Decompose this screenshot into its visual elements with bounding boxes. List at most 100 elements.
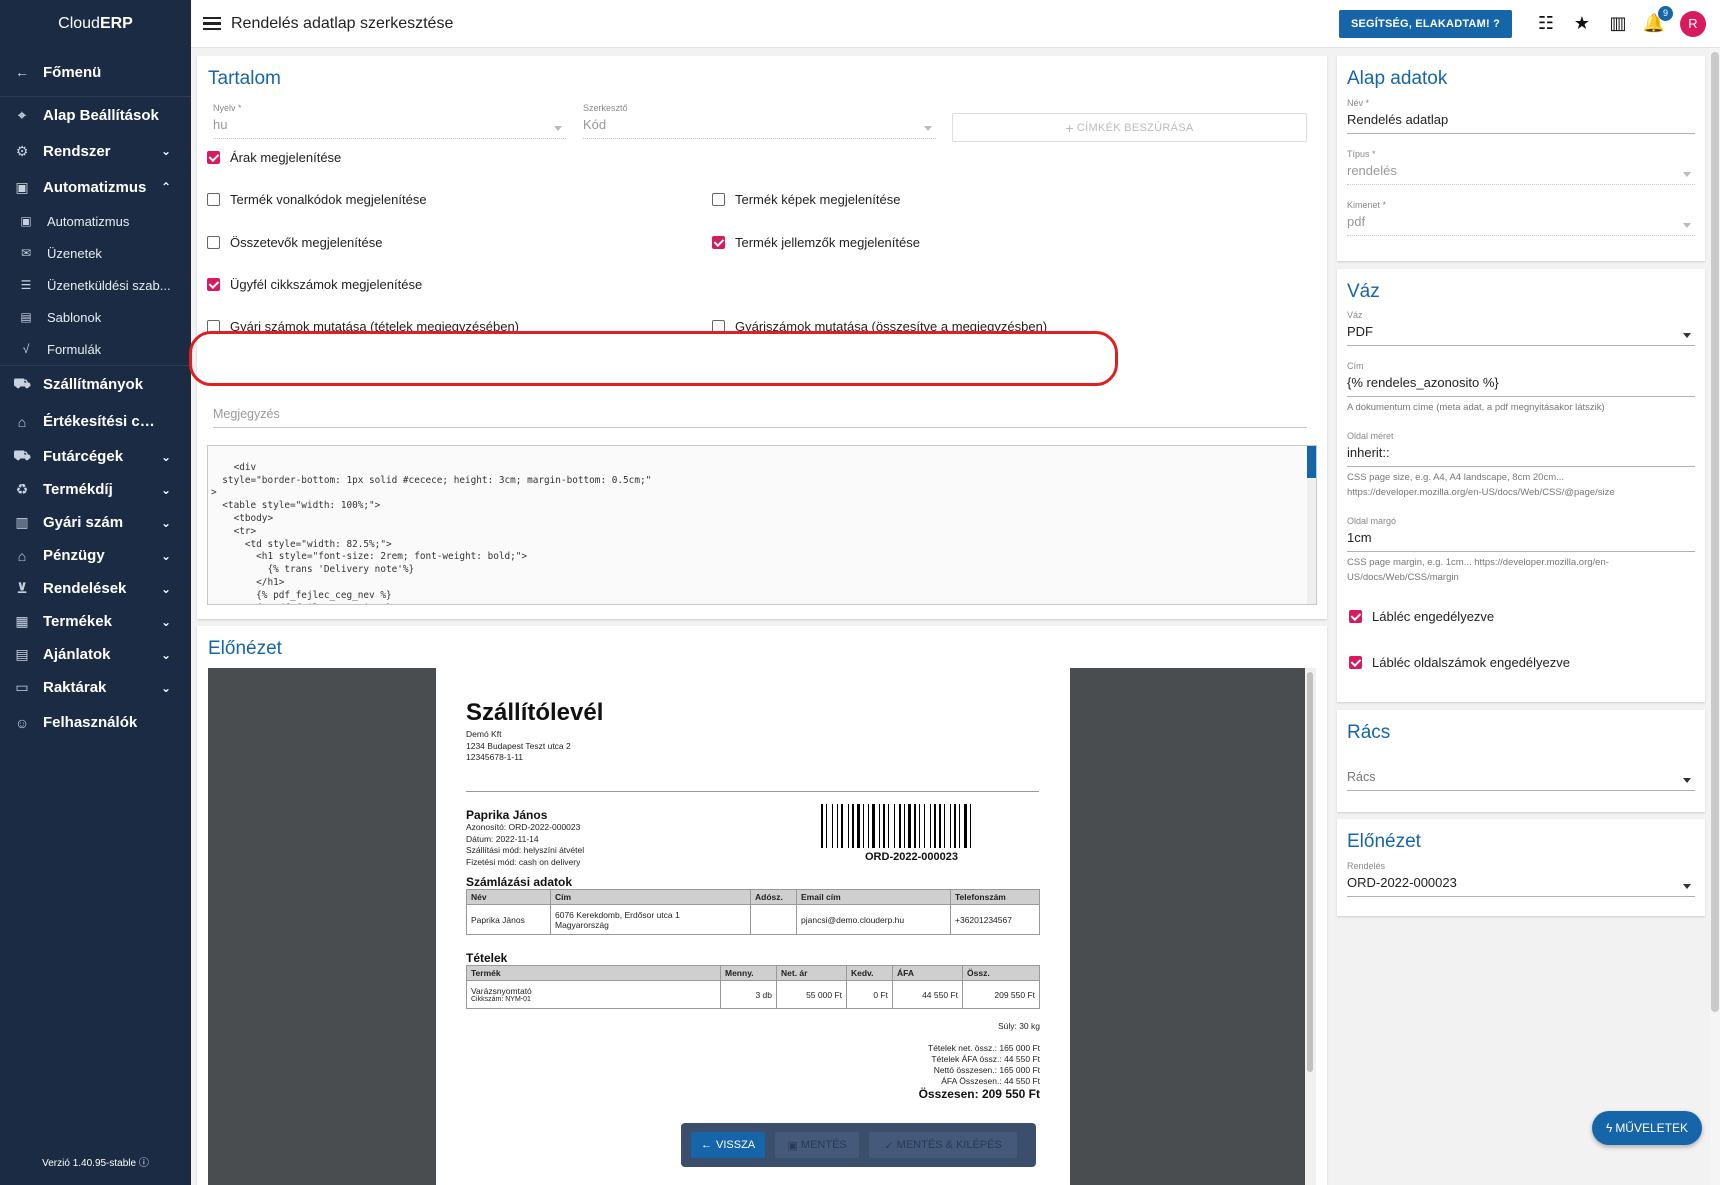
footer-pages-checkbox[interactable]: Lábléc oldalszámok engedélyezve (1349, 655, 1570, 670)
items-table: Termék Menny. Net. ár Kedv. ÁFA Össz. Va… (466, 965, 1040, 1009)
sidebar-subitem-3[interactable]: ▤ Sablonok (0, 301, 191, 333)
sidebar-item-a0[interactable]: ⌖ Alap Beállítások (0, 97, 191, 133)
chevron-icon: ⌄ (160, 482, 172, 497)
page-margin-field[interactable]: Oldal margó 1cm CSS page margin, e.g. 1c… (1347, 516, 1695, 585)
name-field[interactable]: Név * Rendelés adatlap (1347, 98, 1695, 134)
content-checkbox-1[interactable]: Termék vonalkódok megjelenítése (207, 192, 427, 207)
chevron-down-icon (1683, 172, 1691, 177)
checkbox-checked-icon (207, 278, 220, 291)
star-icon[interactable]: ★ (1572, 13, 1592, 34)
formula-icon: √ (22, 342, 30, 356)
checkbox-checked-icon (712, 236, 725, 249)
back-button[interactable]: ← VISSZA (691, 1132, 766, 1158)
sidebar: Cloud ERP ← Főmenü ⌖ Alap Beállítások ⚙ Rend… (0, 0, 191, 1185)
sidebar-subitem-0[interactable]: ▣ Automatizmus (0, 205, 191, 237)
sidebar-item-b5[interactable]: ⌂ Pénzügy ⌄ (0, 539, 191, 572)
company-block: Demó Kft 1234 Budapest Teszt utca 2 1234… (466, 729, 571, 762)
sidebar-item-b7[interactable]: ▦ Termékek ⌄ (0, 605, 191, 638)
footer-enabled-checkbox[interactable]: Lábléc engedélyezve (1349, 609, 1494, 624)
users-icon: ☺ (14, 714, 30, 731)
chevron-down-icon (924, 126, 932, 131)
content-checkbox-0[interactable]: Árak megjelenítése (207, 150, 341, 165)
warehouse-icon: ▭ (15, 679, 29, 695)
action-bar: ← VISSZA ▣ MENTÉS ✓ MENTÉS & KILÉPÉS (681, 1123, 1036, 1167)
topbar: Rendelés adatlap szerkesztése SEGÍTSÉG, … (191, 0, 1720, 48)
chevron-down-icon (1683, 778, 1691, 783)
robot-icon: ▣ (15, 178, 29, 195)
sidebar-item-b0[interactable]: ⛟ Szállítmányok (0, 366, 191, 403)
pdf-preview: Szállítólevél Demó Kft 1234 Budapest Tes… (208, 668, 1316, 1185)
sidebar-item-b6[interactable]: ⊻ Rendelések ⌄ (0, 572, 191, 605)
chevron-icon: ⌄ (160, 515, 172, 530)
content-checkbox-4[interactable]: Termék jellemzők megjelenítése (712, 235, 920, 250)
content-checkbox-2[interactable]: Termék képek megjelenítése (712, 192, 900, 207)
page-scrollbar[interactable] (1710, 48, 1720, 1185)
content-checkbox-5[interactable]: Ügyfél cikkszámok megjelenítése (207, 277, 422, 292)
editor-select[interactable]: Szerkesztő Kód (583, 103, 936, 139)
content-checkbox-3[interactable]: Összetevők megjelenítése (207, 235, 382, 250)
sidebar-item-b10[interactable]: ☺ Felhasználók (0, 704, 191, 741)
type-select[interactable]: Típus * rendelés (1347, 149, 1695, 185)
sidebar-subitem-2[interactable]: ☰ Üzenetküldési szab... (0, 269, 191, 301)
offer-icon: ▤ (15, 646, 29, 662)
preview-scrollbar[interactable] (1305, 668, 1316, 1185)
checkbox-checked-icon (1349, 610, 1362, 623)
vaz-select[interactable]: Váz PDF (1347, 310, 1695, 346)
page-size-field[interactable]: Oldal méret inherit:: CSS page size, e.g… (1347, 431, 1695, 500)
bell-icon[interactable]: 🔔 9 (1643, 5, 1673, 34)
code-scrollbar[interactable] (1307, 446, 1316, 478)
avatar[interactable]: R (1680, 10, 1706, 37)
robot-icon: ▣ (20, 214, 32, 228)
vaz-title: Váz (1347, 281, 1380, 302)
help-button[interactable]: SEGÍTSÉG, ELAKADTAM! ? (1338, 9, 1512, 38)
sidebar-item-b8[interactable]: ▤ Ajánlatok ⌄ (0, 638, 191, 671)
chevron-icon: ⌃ (160, 180, 172, 194)
weight: Súly: 30 kg (997, 1021, 1040, 1031)
task-list-icon[interactable]: ☷ (1536, 13, 1556, 34)
note-input[interactable]: Megjegyzés (213, 403, 1307, 428)
chevron-down-icon (1683, 884, 1691, 889)
order-select[interactable]: Rendelés ORD-2022-000023 (1347, 861, 1695, 897)
sidebar-item-b2[interactable]: ⛟ Futárcégek ⌄ (0, 440, 191, 473)
chevron-icon: ⌄ (160, 647, 172, 662)
save-icon: ▣ (787, 1139, 798, 1152)
version-label: Verzió 1.40.95-stable ⓘ (42, 1158, 149, 1169)
sidebar-item-b9[interactable]: ▭ Raktárak ⌄ (0, 671, 191, 704)
output-select[interactable]: Kimenet * pdf (1347, 200, 1695, 236)
save-button[interactable]: ▣ MENTÉS (775, 1132, 860, 1158)
chevron-icon: ⌄ (160, 449, 172, 464)
sidebar-item-b3[interactable]: ♻ Termékdíj ⌄ (0, 473, 191, 506)
sidebar-item-a1[interactable]: ⚙ Rendszer ⌄ (0, 133, 191, 169)
cim-field[interactable]: Cím {% rendeles_azonosito %} A dokumentu… (1347, 361, 1695, 415)
sidebar-subitem-4[interactable]: √ Formulák (0, 333, 191, 365)
totals-block: Tételek net. össz.: 165 000 Ft Tételek Á… (928, 1043, 1040, 1086)
sidebar-subitem-1[interactable]: ✉ Üzenetek (0, 237, 191, 269)
save-exit-button[interactable]: ✓ MENTÉS & KILÉPÉS (869, 1132, 1018, 1158)
arrow-left-icon: ← (701, 1139, 712, 1151)
language-select[interactable]: Nyelv * hu (213, 103, 566, 139)
right-preview-title: Előnézet (1347, 831, 1421, 852)
checkbox-checked-icon (1349, 656, 1362, 669)
code-editor[interactable]: <div style="border-bottom: 1px solid #ce… (207, 445, 1317, 605)
sidebar-back-main-menu[interactable]: ← Főmenü (0, 48, 191, 96)
chevron-icon: ⌄ (160, 548, 172, 563)
app-logo[interactable]: Cloud ERP (0, 0, 191, 48)
insert-tags-button[interactable]: + CÍMKÉK BESZÚRÁSA (952, 113, 1307, 142)
racs-select[interactable]: Rács (1347, 766, 1695, 791)
actions-fab-button[interactable]: ϟ MŰVELETEK (1591, 1111, 1702, 1145)
checkbox-checked-icon (207, 151, 220, 164)
sidebar-item-b1[interactable]: ⌂Értékesítési csat... (0, 403, 191, 440)
arrow-left-icon: ← (15, 64, 29, 80)
chevron-down-icon (554, 126, 562, 131)
content-card: Tartalom Nyelv * hu Szerkesztő Kód + CÍMK… (189, 56, 1327, 619)
building-icon[interactable]: ▥ (1608, 13, 1628, 34)
hamburger-menu-icon[interactable] (203, 16, 221, 31)
sidebar-item-a2[interactable]: ▣ Automatizmus ⌃ (0, 169, 191, 205)
highlight-annotation (189, 331, 1118, 386)
page-title: Rendelés adatlap szerkesztése (231, 14, 454, 32)
basket-icon: ⌂ (17, 413, 27, 430)
sliders-icon: ☰ (20, 278, 32, 292)
sidebar-item-b4[interactable]: ▥ Gyári szám ⌄ (0, 506, 191, 539)
question-icon: ? (1493, 17, 1500, 30)
vaz-card: Váz Váz PDF Cím {% rendeles_azonosito %}… (1337, 269, 1705, 702)
